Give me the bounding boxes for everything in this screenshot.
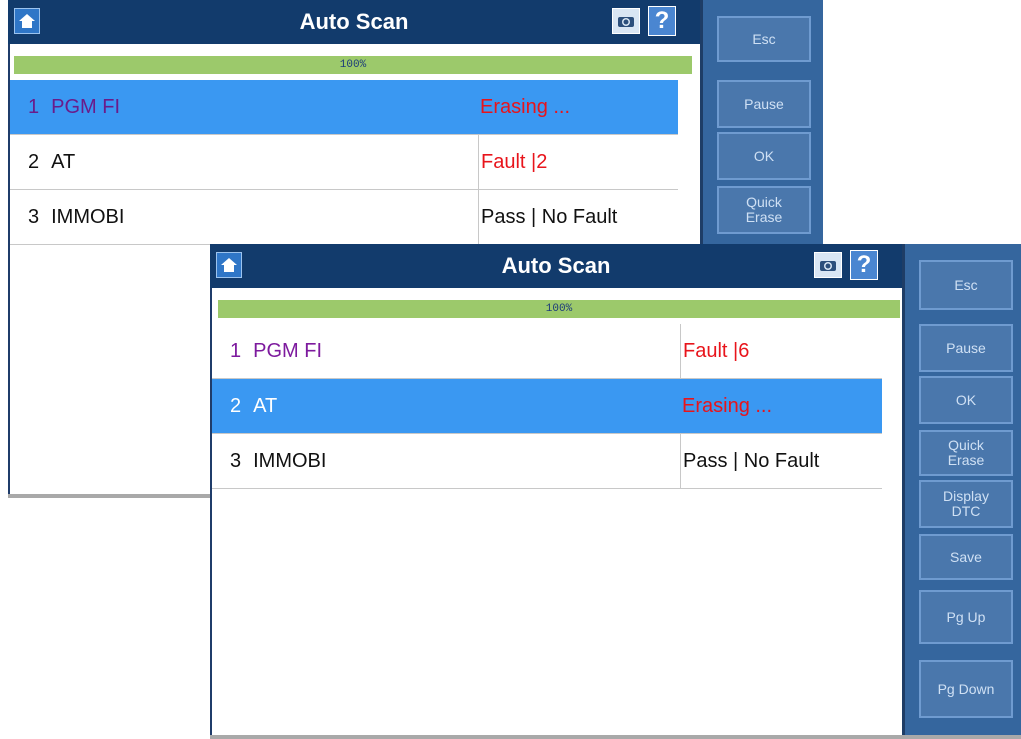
row-number: 3 (28, 205, 40, 228)
row-number: 2 (28, 150, 40, 173)
page-down-button[interactable]: Pg Down (919, 660, 1013, 718)
screenshot-button[interactable] (612, 8, 640, 34)
row-status: Erasing ... (480, 95, 571, 118)
auto-scan-window-front: Auto Scan ? 100% 1 PGM FI Fault |6 2 AT Er… (210, 244, 1021, 739)
row-system-name: AT (253, 394, 278, 417)
title-bar: Auto Scan ? (8, 0, 700, 44)
row-status: Erasing ... (682, 394, 773, 417)
row-status: Fault |2 (481, 150, 548, 173)
esc-button[interactable]: Esc (717, 16, 811, 62)
help-icon: ? (654, 7, 670, 34)
table-row[interactable]: 2 AT Erasing ... (212, 379, 882, 434)
progress-bar: 100% (14, 56, 692, 74)
row-number: 1 (28, 95, 40, 118)
row-status: Pass | No Fault (481, 205, 618, 228)
home-button[interactable] (14, 8, 40, 34)
scan-results-table: 1 PGM FI Fault |6 2 AT Erasing ... 3 IMMOBI… (212, 324, 882, 489)
display-dtc-button[interactable]: Display DTC (919, 480, 1013, 528)
row-status: Pass | No Fault (683, 449, 820, 472)
screenshot-button[interactable] (814, 252, 842, 278)
camera-icon (820, 261, 836, 271)
save-button[interactable]: Save (919, 534, 1013, 580)
table-row[interactable]: 1 PGM FI Fault |6 (212, 324, 882, 379)
window-title: Auto Scan (299, 9, 409, 34)
table-row[interactable]: 1 PGM FI Erasing ... (10, 80, 678, 135)
progress-label: 100% (339, 59, 367, 71)
esc-button[interactable]: Esc (919, 260, 1013, 310)
window-title: Auto Scan (501, 253, 611, 278)
help-icon: ? (856, 251, 872, 278)
table-row[interactable]: 2 AT Fault |2 (10, 135, 678, 190)
table-row[interactable]: 3 IMMOBI Pass | No Fault (10, 190, 678, 245)
title-bar: Auto Scan ? (210, 244, 902, 288)
row-status: Fault |6 (683, 339, 750, 362)
progress-bar: 100% (218, 300, 900, 318)
quick-erase-button[interactable]: Quick Erase (717, 186, 811, 234)
ok-button[interactable]: OK (717, 132, 811, 180)
ok-button[interactable]: OK (919, 376, 1013, 424)
quick-erase-button[interactable]: Quick Erase (919, 430, 1013, 476)
page-up-button[interactable]: Pg Up (919, 590, 1013, 644)
scan-results-table: 1 PGM FI Erasing ... 2 AT Fault |2 3 IMMOBI… (10, 80, 678, 245)
row-system-name: PGM FI (253, 339, 323, 362)
home-button[interactable] (216, 252, 242, 278)
function-sidebar: Esc Pause OK Quick Erase Display DTC Sav… (902, 244, 1021, 735)
row-system-name: IMMOBI (253, 449, 327, 472)
row-number: 1 (230, 339, 242, 362)
help-button[interactable]: ? (648, 6, 676, 36)
home-icon (19, 14, 35, 28)
progress-label: 100% (545, 303, 573, 315)
row-number: 3 (230, 449, 242, 472)
home-icon (221, 258, 237, 272)
row-system-name: IMMOBI (51, 205, 125, 228)
row-system-name: AT (51, 150, 76, 173)
pause-button[interactable]: Pause (919, 324, 1013, 372)
row-system-name: PGM FI (51, 95, 121, 118)
window-left-border (8, 0, 10, 494)
window-left-border (210, 244, 212, 735)
row-number: 2 (230, 394, 242, 417)
pause-button[interactable]: Pause (717, 80, 811, 128)
camera-icon (618, 17, 634, 27)
help-button[interactable]: ? (850, 250, 878, 280)
table-row[interactable]: 3 IMMOBI Pass | No Fault (212, 434, 882, 489)
